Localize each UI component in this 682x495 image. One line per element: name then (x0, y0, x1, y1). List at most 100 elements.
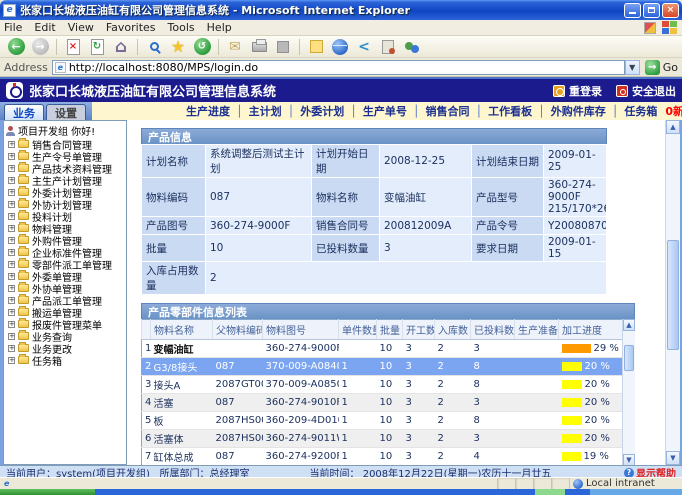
address-input[interactable] (69, 61, 622, 74)
page-vertical-scrollbar[interactable]: ▲ ▼ (665, 120, 680, 465)
nav-item-4[interactable]: 生产单号 (363, 103, 407, 119)
scroll-thumb[interactable] (667, 240, 679, 350)
folder-icon (18, 152, 29, 160)
search-icon[interactable] (143, 37, 165, 57)
expand-plus-icon[interactable]: + (8, 141, 15, 148)
row-number: 3 (142, 376, 151, 394)
expand-plus-icon[interactable]: + (8, 189, 15, 196)
menu-view[interactable]: View (68, 21, 94, 34)
expand-plus-icon[interactable]: + (8, 357, 15, 364)
company-logo (6, 82, 23, 99)
expand-plus-icon[interactable]: + (8, 213, 15, 220)
scroll-up-arrow[interactable]: ▲ (666, 120, 680, 134)
parts-row[interactable]: 7缸体总成087360-274-9200F11032419 % (142, 448, 635, 466)
scroll-down-arrow[interactable]: ▼ (666, 451, 680, 465)
expand-plus-icon[interactable]: + (8, 165, 15, 172)
parts-row[interactable]: 6活塞体2087HS002360-274-9011W11032320 % (142, 430, 635, 448)
maximize-button[interactable] (643, 3, 660, 18)
cell: 360-209-4D010 (263, 412, 339, 430)
nav-item-8[interactable]: 任务箱 (624, 103, 657, 119)
start-button[interactable] (0, 489, 95, 495)
folder-icon (18, 224, 29, 232)
expand-plus-icon[interactable]: + (8, 273, 15, 280)
folder-icon (18, 272, 29, 280)
edit-icon[interactable] (272, 37, 294, 57)
menu-file[interactable]: File (4, 21, 22, 34)
notes-icon[interactable] (305, 37, 327, 57)
ie-toolbar: ←→ ×↻⌂ ★↺ ✉ < (0, 36, 682, 58)
column-header: 父物料编码 (213, 320, 263, 340)
tree-item[interactable]: +业务更改 (6, 342, 126, 354)
cell: 3 (471, 340, 515, 358)
parts-row[interactable]: 4活塞087360-274-9010F11032320 % (142, 394, 635, 412)
close-button[interactable]: × (662, 3, 679, 18)
back-icon[interactable]: ← (5, 37, 27, 57)
taskbar-button[interactable] (535, 489, 565, 495)
field-value: 2009-01-15 (544, 235, 607, 262)
expand-plus-icon[interactable]: + (8, 237, 15, 244)
expand-plus-icon[interactable]: + (8, 333, 15, 340)
relogin-button[interactable]: 重登录 (553, 83, 602, 99)
address-dropdown-button[interactable]: ▼ (625, 60, 640, 75)
mail-icon[interactable]: ✉ (224, 37, 246, 57)
cell: 3 (403, 376, 435, 394)
logout-button[interactable]: 安全退出 (616, 83, 676, 99)
menu-tools[interactable]: Tools (168, 21, 195, 34)
msn-icon[interactable]: < (353, 37, 375, 57)
nav-item-7[interactable]: 外购件库存 (551, 103, 606, 119)
tab-设置[interactable]: 设置 (46, 104, 86, 120)
favorites-icon[interactable]: ★ (167, 37, 189, 57)
nav-item-5[interactable]: 销售合同 (426, 103, 470, 119)
browser-globe-icon[interactable] (329, 37, 351, 57)
tab-业务[interactable]: 业务 (4, 104, 44, 120)
parts-row[interactable]: 1变幅油缸360-274-9000F1032329 % (142, 340, 635, 358)
product-info-row: 批量10已投料数量3要求日期2009-01-15 (142, 235, 607, 262)
menu-help[interactable]: Help (207, 21, 232, 34)
progress-value: 20 % (585, 433, 610, 444)
expand-plus-icon[interactable]: + (8, 345, 15, 352)
expand-plus-icon[interactable]: + (8, 177, 15, 184)
minimize-button[interactable] (624, 3, 641, 18)
refresh-icon[interactable]: ↻ (86, 37, 108, 57)
parts-vertical-scrollbar[interactable]: ▲ ▼ (622, 319, 635, 465)
expand-plus-icon[interactable]: + (8, 297, 15, 304)
expand-plus-icon[interactable]: + (8, 309, 15, 316)
menu-favorites[interactable]: Favorites (106, 21, 156, 34)
print-icon[interactable] (248, 37, 270, 57)
research-icon[interactable] (377, 37, 399, 57)
go-button[interactable]: → Go (645, 60, 678, 75)
expand-plus-icon[interactable]: + (8, 285, 15, 292)
menu-edit[interactable]: Edit (34, 21, 55, 34)
cell: 10 (377, 394, 403, 412)
nav-item-3[interactable]: 外委计划 (300, 103, 344, 119)
scroll-up-arrow[interactable]: ▲ (623, 319, 635, 331)
field-value: 360-274-9000F 215/170*2642 (544, 178, 607, 217)
cell (515, 430, 559, 448)
nav-item-6[interactable]: 工作看板 (488, 103, 532, 119)
forward-icon[interactable]: → (29, 37, 51, 57)
nav-separator: │ (413, 105, 420, 118)
messenger-icon[interactable] (401, 37, 423, 57)
folder-icon (18, 164, 29, 172)
tree-item[interactable]: +任务箱 (6, 354, 126, 366)
history-icon[interactable]: ↺ (191, 37, 213, 57)
parts-row[interactable]: 3接头A2087GT002370-009-A085011032820 % (142, 376, 635, 394)
scroll-down-arrow[interactable]: ▼ (623, 454, 635, 465)
expand-plus-icon[interactable]: + (8, 249, 15, 256)
stop-icon[interactable]: × (62, 37, 84, 57)
parts-row[interactable]: 2G3/8接头087370-009-A084011032820 % (142, 358, 635, 376)
expand-plus-icon[interactable]: + (8, 225, 15, 232)
expand-plus-icon[interactable]: + (8, 153, 15, 160)
intranet-globe-icon (573, 479, 583, 489)
cell: 2087GT002 (213, 376, 263, 394)
expand-plus-icon[interactable]: + (8, 201, 15, 208)
parts-header-row: 物料名称父物料编码物料图号单件数量批量开工数入库数已投料数生产准备加工进度 (142, 320, 635, 340)
expand-plus-icon[interactable]: + (8, 261, 15, 268)
nav-item-1[interactable]: 生产进度 (186, 103, 230, 119)
cell: 087 (213, 448, 263, 466)
scroll-thumb[interactable] (624, 345, 634, 371)
parts-row[interactable]: 5板2087HS002360-209-4D01011032820 % (142, 412, 635, 430)
home-icon[interactable]: ⌂ (110, 37, 132, 57)
nav-item-2[interactable]: 主计划 (249, 103, 282, 119)
expand-plus-icon[interactable]: + (8, 321, 15, 328)
